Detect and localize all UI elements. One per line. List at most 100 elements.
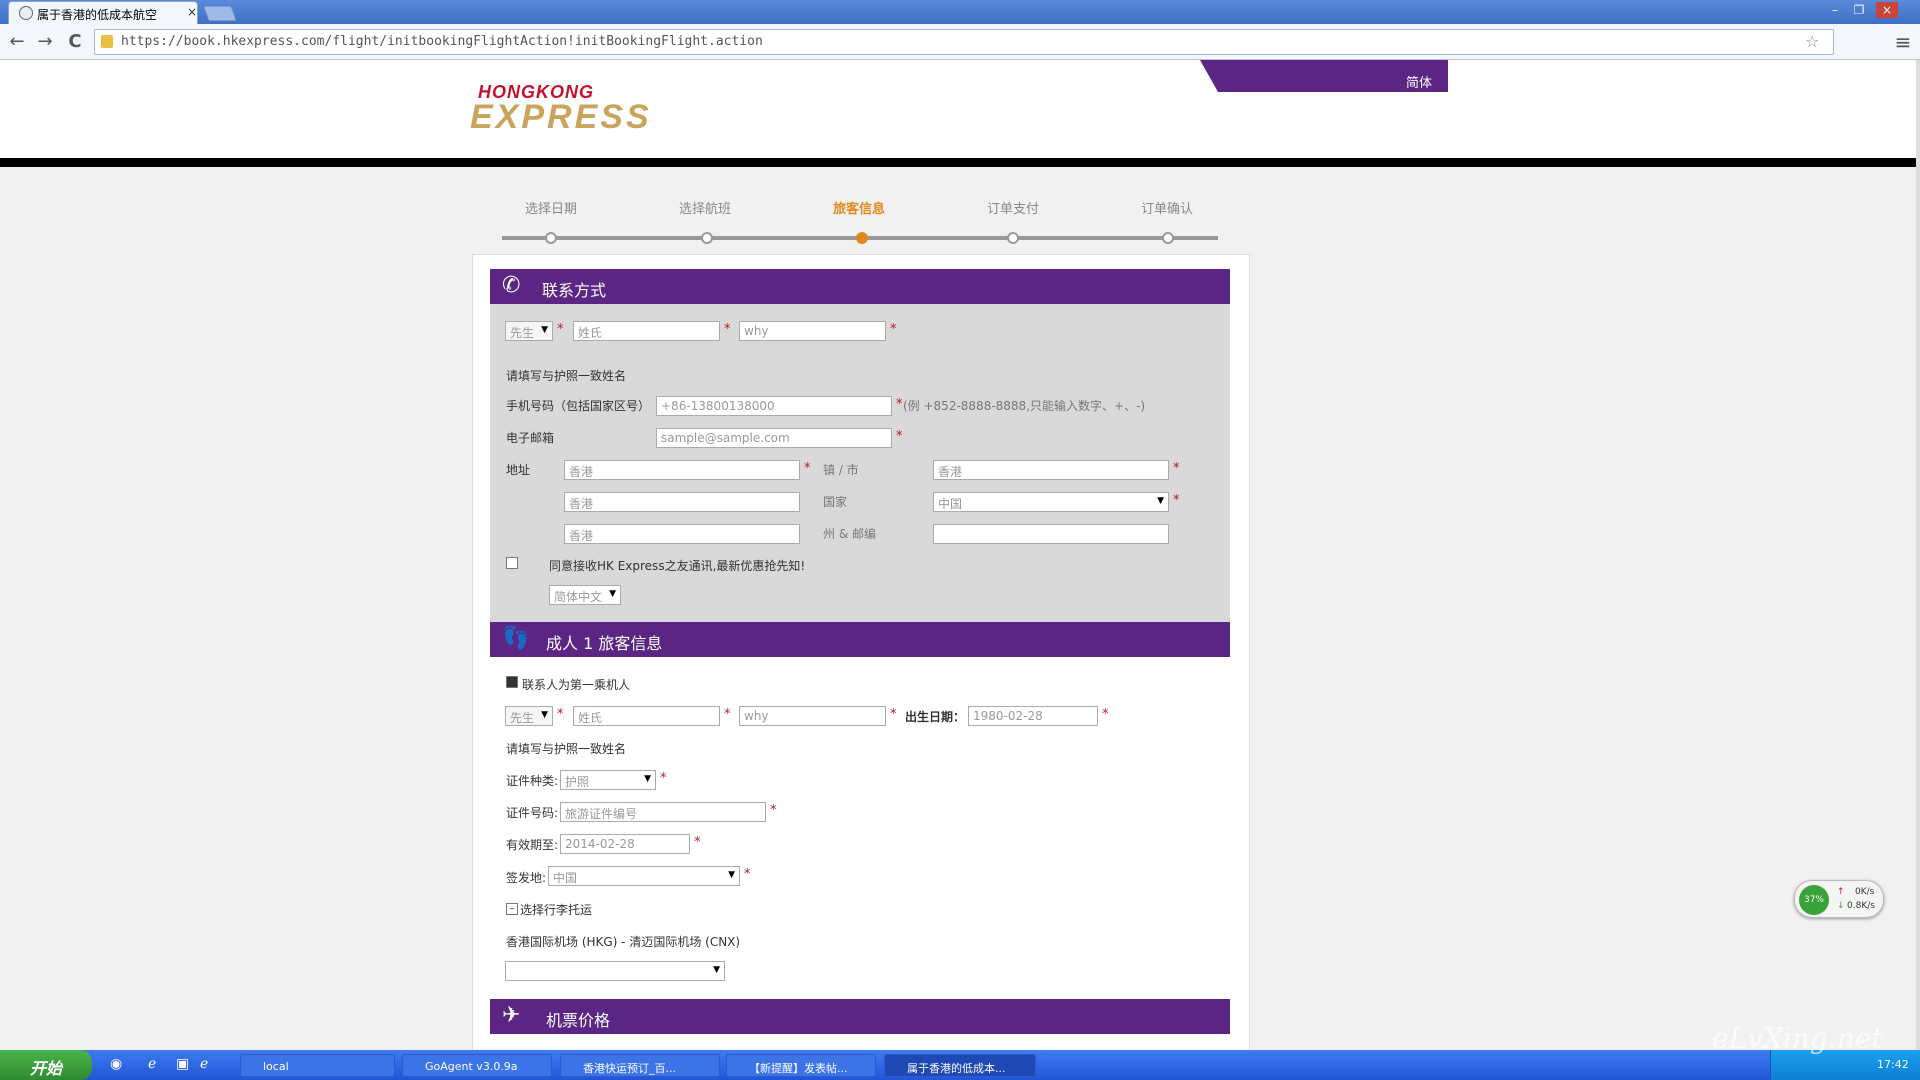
doc-type-select[interactable]: 护照 <box>560 770 656 790</box>
mobile-hint: (例 +852-8888-8888,只能输入数字、+、-) <box>903 399 1146 413</box>
step-confirmation: 订单确认 <box>1141 202 1194 217</box>
contact-name-note: 请填写与护照一致姓名 <box>506 369 627 383</box>
address-line2-input[interactable]: 香港 <box>564 492 800 512</box>
doc-number-input[interactable]: 旅游证件编号 <box>560 802 766 822</box>
newsletter-language-select[interactable]: 简体中文 <box>549 585 621 605</box>
address-bar[interactable]: https://book.hkexpress.com/flight/initbo… <box>94 29 1834 55</box>
step-dot <box>701 232 713 244</box>
address-line1-input[interactable]: 香港 <box>564 460 800 480</box>
passenger-title: 成人 1 旅客信息 <box>546 634 663 653</box>
required-mark: * <box>770 803 777 818</box>
language-switch[interactable]: 简体 <box>1406 72 1432 91</box>
tab-close-icon[interactable]: × <box>187 5 197 19</box>
close-window-button[interactable]: × <box>1876 2 1898 18</box>
contact-surname-input[interactable]: 姓氏 <box>573 321 720 341</box>
forward-icon[interactable]: → <box>34 31 56 53</box>
contact-title-select[interactable]: 先生 <box>505 321 553 341</box>
contact-given-name-input[interactable]: why <box>739 321 886 341</box>
download-arrow-icon: ↓ <box>1837 901 1845 911</box>
upload-speed: 0K/s <box>1855 887 1875 897</box>
taskbar-item-goagent[interactable]: GoAgent v3.0.9a <box>402 1054 552 1077</box>
required-mark: * <box>694 835 701 850</box>
city-label: 镇 / 市 <box>823 463 859 477</box>
browser-toolbar: ← → C https://book.hkexpress.com/flight/… <box>0 24 1920 60</box>
clock[interactable]: 17:42 <box>1877 1058 1909 1071</box>
upload-arrow-icon: ↑ <box>1837 887 1845 897</box>
taskbar-item-baidu[interactable]: 香港快运预订_百... <box>560 1054 720 1077</box>
country-select[interactable]: 中国 <box>933 492 1169 512</box>
step-dot <box>1162 232 1174 244</box>
scrollbar[interactable] <box>1916 60 1920 1050</box>
mobile-input[interactable]: +86-13800138000 <box>656 396 892 416</box>
dob-label: 出生日期： <box>905 710 966 724</box>
address-line3-input[interactable]: 香港 <box>564 524 800 544</box>
baggage-label[interactable]: 选择行李托运 <box>520 901 592 918</box>
expiry-label: 有效期至: <box>506 838 559 852</box>
price-section-header: ✈ 机票价格 <box>490 999 1230 1034</box>
newsletter-checkbox[interactable] <box>506 557 518 569</box>
quicklaunch-app-icon[interactable]: ▣ <box>176 1056 189 1072</box>
logo-express[interactable]: EXPRESS <box>470 98 652 137</box>
state-zip-label: 州 & 邮编 <box>823 527 876 541</box>
required-mark: * <box>557 322 564 337</box>
collapse-icon[interactable]: – <box>506 903 518 915</box>
taskbar-item-local[interactable]: local <box>240 1054 395 1077</box>
required-mark: * <box>1173 461 1180 476</box>
required-mark: * <box>724 322 731 337</box>
site-header: HONGKONG EXPRESS 简体 <box>0 60 1916 158</box>
state-zip-input[interactable] <box>933 524 1169 544</box>
browser-tab[interactable]: 属于香港的低成本航空 × <box>8 1 198 24</box>
quicklaunch-icon[interactable]: ◉ <box>110 1056 122 1072</box>
route-label: 香港国际机场 (HKG) - 清迈国际机场 (CNX) <box>506 935 741 949</box>
baggage-select[interactable] <box>505 961 725 981</box>
step-dot <box>1007 232 1019 244</box>
taskbar-item-forum[interactable]: 【新提醒】发表帖... <box>726 1054 876 1077</box>
header-divider <box>0 158 1916 167</box>
required-mark: * <box>890 322 897 337</box>
phone-icon: ✆ <box>502 273 521 298</box>
required-mark: * <box>660 771 667 786</box>
reload-icon[interactable]: C <box>64 31 86 53</box>
same-as-contact-checkbox[interactable] <box>506 676 518 688</box>
step-select-flight: 选择航班 <box>679 202 732 217</box>
passenger-title-select[interactable]: 先生 <box>505 706 553 726</box>
email-label: 电子邮箱 <box>506 431 555 445</box>
contact-title: 联系方式 <box>542 281 607 300</box>
step-payment: 订单支付 <box>987 202 1040 217</box>
quicklaunch-ie2-icon[interactable]: ℯ <box>200 1056 208 1072</box>
required-mark: * <box>890 707 897 722</box>
contact-section-header: ✆ 联系方式 <box>490 269 1230 304</box>
issue-place-select[interactable]: 中国 <box>548 866 740 886</box>
dob-input[interactable]: 1980-02-28 <box>968 706 1098 726</box>
required-mark: * <box>724 707 731 722</box>
required-mark: * <box>744 867 751 882</box>
address-label: 地址 <box>506 463 531 477</box>
step-dot-active <box>856 232 868 244</box>
footprints-icon: 👣 <box>502 626 530 651</box>
price-title: 机票价格 <box>546 1011 611 1030</box>
step-dot <box>545 232 557 244</box>
new-tab-button[interactable] <box>203 6 237 21</box>
minimize-button[interactable]: – <box>1824 2 1846 18</box>
newsletter-label: 同意接收HK Express之友通讯,最新优惠抢先知! <box>549 559 806 573</box>
network-speed-widget[interactable]: 37% ↑ 0K/s ↓ 0.8K/s <box>1794 880 1884 918</box>
quicklaunch-ie-icon[interactable]: ℯ <box>148 1056 156 1072</box>
back-icon[interactable]: ← <box>6 31 28 53</box>
required-mark: * <box>1173 493 1180 508</box>
city-input[interactable]: 香港 <box>933 460 1169 480</box>
taskbar-item-hkexpress[interactable]: 属于香港的低成本... <box>884 1054 1036 1077</box>
country-label: 国家 <box>823 495 848 509</box>
email-input[interactable]: sample@sample.com <box>656 428 892 448</box>
cpu-gauge: 37% <box>1799 885 1829 915</box>
start-button[interactable]: 开始 <box>0 1050 92 1080</box>
watermark: eLvXing.net <box>1712 1022 1883 1055</box>
menu-icon[interactable]: ≡ <box>1892 31 1914 53</box>
maximize-button[interactable]: ❐ <box>1848 2 1870 18</box>
star-icon[interactable]: ☆ <box>1805 32 1819 51</box>
passenger-given-name-input[interactable]: why <box>739 706 886 726</box>
passenger-surname-input[interactable]: 姓氏 <box>573 706 720 726</box>
lock-icon <box>101 35 113 48</box>
passenger-name-note: 请填写与护照一致姓名 <box>506 742 627 756</box>
expiry-input[interactable]: 2014-02-28 <box>560 834 690 854</box>
step-passenger-info: 旅客信息 <box>833 202 886 217</box>
